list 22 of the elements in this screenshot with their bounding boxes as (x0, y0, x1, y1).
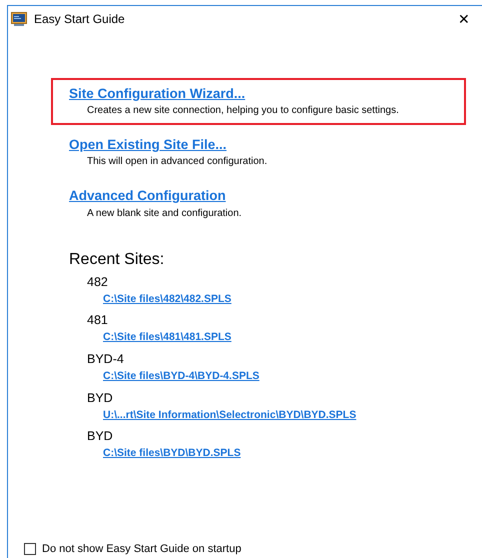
site-path-link[interactable]: C:\Site files\BYD-4\BYD-4.SPLS (103, 370, 260, 383)
close-button[interactable]: ✕ (454, 12, 474, 26)
action-link[interactable]: Site Configuration Wizard... (69, 86, 246, 102)
checkbox-label: Do not show Easy Start Guide on startup (42, 542, 242, 556)
site-name: BYD-4 (87, 352, 124, 367)
site-name: BYD (87, 429, 113, 444)
site-path-link[interactable]: C:\Site files\BYD\BYD.SPLS (103, 447, 241, 460)
site-path-link[interactable]: U:\...rt\Site Information\Selectronic\BYD\BYD.SPLS (103, 408, 356, 422)
site-name: 481 (87, 313, 108, 328)
section-heading: Recent Sites: (69, 250, 164, 269)
monitor-icon (11, 11, 27, 27)
site-name: BYD (87, 390, 113, 406)
site-name: 482 (87, 274, 108, 290)
site-path-link[interactable]: C:\Site files\482\482.SPLS (103, 292, 232, 306)
action-description: This will open in advanced configuration. (87, 156, 268, 168)
startup-checkbox[interactable] (24, 543, 36, 556)
action-description: Creates a new site connection, helping you to configure basic settings. (87, 105, 399, 118)
action-description: A new blank site and configuration. (87, 208, 242, 220)
action-link[interactable]: Open Existing Site File... (69, 137, 227, 154)
action-link[interactable]: Advanced Configuration (69, 188, 226, 205)
window-title: Easy Start Guide (34, 12, 125, 26)
site-path-link[interactable]: C:\Site files\481\481.SPLS (103, 331, 232, 344)
